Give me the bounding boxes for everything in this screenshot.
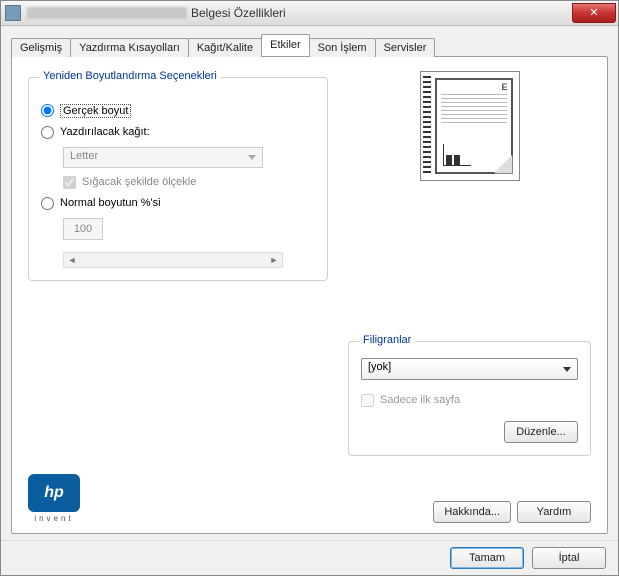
- radio-actual-size-label: Gerçek boyut: [60, 104, 131, 118]
- watermark-value: [yok]: [368, 361, 391, 373]
- tab-paper-quality[interactable]: Kağıt/Kalite: [188, 38, 262, 57]
- cancel-button[interactable]: İptal: [532, 547, 606, 569]
- radio-actual-size-row[interactable]: Gerçek boyut: [41, 104, 315, 118]
- first-page-only-row: Sadece ilk sayfa: [361, 394, 578, 407]
- window-title: Belgesi Özellikleri: [27, 6, 286, 20]
- logo-block: hp invent: [28, 474, 80, 523]
- watermark-group-title: Filigranlar: [359, 334, 415, 346]
- tab-shortcuts[interactable]: Yazdırma Kısayolları: [70, 38, 189, 57]
- close-icon: ✕: [589, 7, 598, 19]
- tab-finishing[interactable]: Son İşlem: [309, 38, 376, 57]
- percent-controls: ◄ ►: [63, 218, 315, 268]
- hp-logo-icon: hp: [28, 474, 80, 512]
- percent-slider: ◄ ►: [63, 252, 283, 268]
- tab-advanced[interactable]: Gelişmiş: [11, 38, 71, 57]
- paper-size-select: Letter: [63, 147, 263, 168]
- printer-icon: [5, 5, 21, 21]
- preview-page-fold-icon: [494, 155, 512, 173]
- about-help-row: Hakkında... Yardım: [433, 501, 591, 523]
- preview-page: [435, 78, 513, 174]
- ok-button[interactable]: Tamam: [450, 547, 524, 569]
- preview-chart-icon: [443, 144, 471, 166]
- radio-print-on[interactable]: [41, 126, 54, 139]
- titlebar: Belgesi Özellikleri ✕: [1, 1, 618, 26]
- title-suffix: Belgesi Özellikleri: [191, 6, 286, 20]
- tab-effects[interactable]: Etkiler: [261, 34, 310, 56]
- first-page-only-checkbox: [361, 394, 374, 407]
- panel-bottom-row: hp invent Hakkında... Yardım: [28, 474, 591, 523]
- scale-to-fit-row: Sığacak şekilde ölçekle: [63, 176, 315, 189]
- scale-to-fit-checkbox: [63, 176, 76, 189]
- resize-group-title: Yeniden Boyutlandırma Seçenekleri: [39, 70, 221, 82]
- first-page-only-label: Sadece ilk sayfa: [380, 394, 460, 406]
- tab-services[interactable]: Servisler: [375, 38, 436, 57]
- percent-input: [63, 218, 103, 240]
- radio-percent[interactable]: [41, 197, 54, 210]
- radio-percent-label: Normal boyutun %'si: [60, 197, 161, 209]
- right-column: Filigranlar [yok] Sadece ilk sayfa Düzen…: [348, 71, 591, 456]
- page-preview: [420, 71, 520, 181]
- watermark-select[interactable]: [yok]: [361, 358, 578, 380]
- dialog-body: Gelişmiş Yazdırma Kısayolları Kağıt/Kali…: [1, 26, 618, 540]
- tabstrip: Gelişmiş Yazdırma Kısayolları Kağıt/Kali…: [11, 34, 608, 56]
- radio-actual-size[interactable]: [41, 104, 54, 117]
- dialog-window: Belgesi Özellikleri ✕ Gelişmiş Yazdırma …: [0, 0, 619, 576]
- radio-print-on-label: Yazdırılacak kağıt:: [60, 126, 150, 138]
- resize-options-group: Yeniden Boyutlandırma Seçenekleri Gerçek…: [28, 77, 328, 281]
- title-obscured: [27, 7, 187, 19]
- paper-select-wrap: Letter Sığacak şekilde ölçekle: [63, 147, 315, 189]
- about-button[interactable]: Hakkında...: [433, 501, 511, 523]
- radio-percent-row[interactable]: Normal boyutun %'si: [41, 197, 315, 210]
- watermark-edit-button[interactable]: Düzenle...: [504, 421, 578, 443]
- dialog-footer: Tamam İptal: [1, 540, 618, 575]
- left-column: Yeniden Boyutlandırma Seçenekleri Gerçek…: [28, 71, 328, 456]
- paper-size-value: Letter: [70, 150, 98, 162]
- help-button[interactable]: Yardım: [517, 501, 591, 523]
- watermark-group: Filigranlar [yok] Sadece ilk sayfa Düzen…: [348, 341, 591, 456]
- hp-invent-label: invent: [28, 514, 80, 523]
- slider-left-icon: ◄: [66, 254, 78, 266]
- close-button[interactable]: ✕: [572, 3, 616, 23]
- scale-to-fit-label: Sığacak şekilde ölçekle: [82, 176, 196, 188]
- radio-print-on-row[interactable]: Yazdırılacak kağıt:: [41, 126, 315, 139]
- slider-right-icon: ►: [268, 254, 280, 266]
- tabpanel-effects: Yeniden Boyutlandırma Seçenekleri Gerçek…: [11, 56, 608, 534]
- preview-text-lines: [441, 94, 507, 124]
- preview-spiral-icon: [423, 76, 431, 176]
